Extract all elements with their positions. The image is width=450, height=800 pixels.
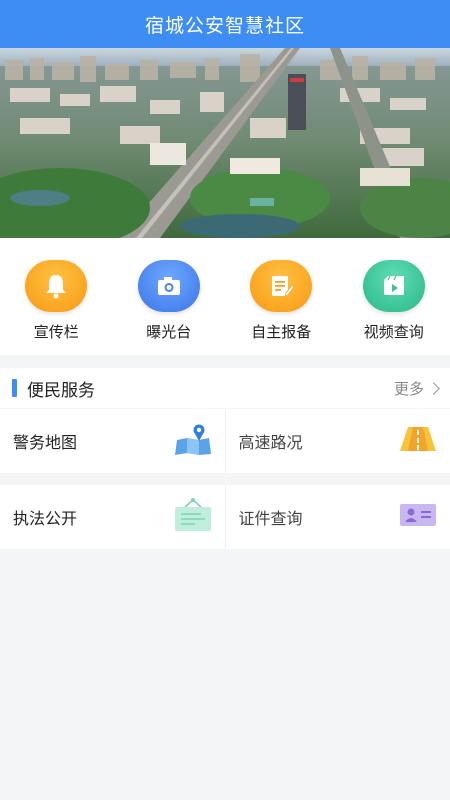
quick-action-label: 宣传栏: [33, 323, 79, 341]
service-police-map[interactable]: 警务地图: [0, 409, 225, 473]
services-row: 执法公开 证件查询: [0, 485, 450, 549]
title-bar: 宿城公安智慧社区: [0, 0, 450, 48]
page-title: 宿城公安智慧社区: [144, 14, 305, 37]
video-icon: [362, 260, 425, 312]
service-label: 执法公开: [13, 509, 78, 528]
quick-action-self-report[interactable]: 自主报备: [225, 238, 338, 355]
quick-action-exposure[interactable]: 曝光台: [113, 238, 226, 355]
city-banner-image[interactable]: [0, 48, 450, 238]
services-header: 便民服务 更多: [0, 368, 450, 408]
service-label: 警务地图: [13, 433, 78, 452]
service-law-enforcement-disclosure[interactable]: 执法公开: [0, 485, 225, 549]
quick-action-label: 视频查询: [363, 323, 424, 341]
service-label: 证件查询: [238, 509, 303, 528]
service-highway-traffic[interactable]: 高速路况: [224, 409, 450, 473]
notice-board-icon: [173, 497, 213, 537]
camera-icon: [137, 260, 200, 312]
map-icon: [173, 422, 213, 460]
quick-action-video-query[interactable]: 视频查询: [338, 238, 450, 355]
service-label: 高速路况: [238, 433, 303, 452]
id-card-icon: [398, 501, 438, 533]
bell-icon: [25, 260, 88, 312]
edit-note-icon: [250, 260, 313, 312]
road-icon: [398, 424, 438, 458]
quick-action-label: 曝光台: [146, 323, 192, 341]
quick-action-label: 自主报备: [251, 323, 312, 341]
more-label: 更多: [393, 379, 424, 398]
section-accent-bar: [12, 379, 17, 397]
services-row: 警务地图 高速路况: [0, 409, 450, 473]
quick-actions: 宣传栏 曝光台 自主报备 视频查询: [0, 238, 450, 355]
section-title: 便民服务: [27, 380, 95, 401]
quick-action-promotion[interactable]: 宣传栏: [0, 238, 113, 355]
service-id-query[interactable]: 证件查询: [224, 485, 450, 549]
more-button[interactable]: 更多: [393, 378, 440, 399]
chevron-right-icon: [427, 381, 440, 395]
